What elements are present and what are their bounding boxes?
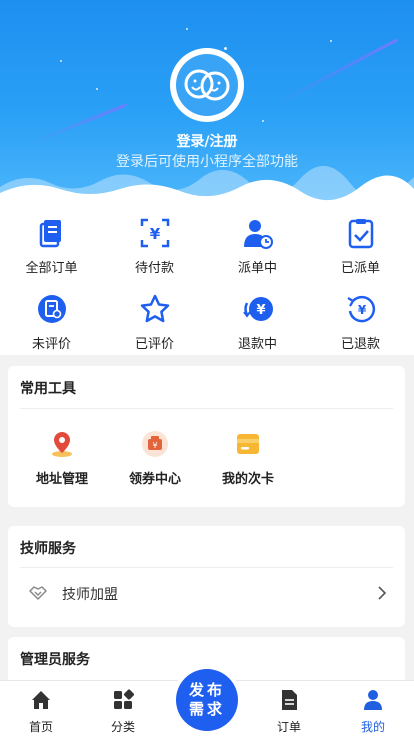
card-icon <box>237 434 259 454</box>
avatar[interactable] <box>170 48 244 122</box>
order-label: 待付款 <box>134 261 174 276</box>
tab-category[interactable]: 分类 <box>82 681 164 736</box>
order-unrated[interactable]: 未评价 <box>0 285 103 355</box>
document-icon <box>282 690 297 710</box>
star-decoration <box>96 88 98 90</box>
refunding-icon: ¥ <box>243 297 273 321</box>
section-title: 管理员服务 <box>20 652 90 668</box>
publish-line-2: 需求 <box>188 700 225 718</box>
dispatching-icon <box>244 220 273 249</box>
star-decoration <box>262 120 264 122</box>
technician-card: 技师服务 技师加盟 <box>8 526 405 627</box>
section-title: 技师服务 <box>20 541 76 557</box>
order-status-grid: 全部订单 ¥ 待付款 派单中 已派单 未评价 已评价 ¥ 退款中 ¥ 已退款 <box>0 205 414 355</box>
order-dispatching[interactable]: 派单中 <box>206 209 309 279</box>
coupon-icon: ¥ <box>142 431 168 457</box>
profile-page: 登录/注册 登录后可使用小程序全部功能 全部订单 ¥ 待付款 派单中 已派单 未… <box>0 0 414 736</box>
tab-label: 分类 <box>110 720 135 734</box>
tool-address-management[interactable]: 地址管理 <box>16 430 108 500</box>
tab-mine[interactable]: 我的 <box>332 681 414 736</box>
wave-decoration <box>0 165 414 205</box>
publish-line-1: 发布 <box>188 681 225 699</box>
unrated-icon <box>38 295 66 323</box>
publish-request-button[interactable]: 发布 需求 <box>172 665 242 735</box>
pending-payment-icon: ¥ <box>140 218 170 248</box>
order-rated[interactable]: 已评价 <box>103 285 206 355</box>
divider <box>20 408 393 409</box>
location-pin-icon <box>52 432 72 457</box>
order-label: 未评价 <box>31 337 71 352</box>
handshake-icon <box>29 586 47 600</box>
tool-coupon-center[interactable]: ¥ 领券中心 <box>109 430 201 500</box>
order-label: 退款中 <box>237 337 277 352</box>
svg-text:¥: ¥ <box>358 303 367 317</box>
profile-header: 登录/注册 登录后可使用小程序全部功能 <box>0 0 414 205</box>
order-pending-payment[interactable]: ¥ 待付款 <box>103 209 206 279</box>
order-label: 已评价 <box>134 337 174 352</box>
technician-join-row[interactable]: 技师加盟 <box>20 568 393 618</box>
tool-label: 领券中心 <box>128 472 181 487</box>
order-label: 已派单 <box>340 261 380 276</box>
order-dispatched[interactable]: 已派单 <box>309 209 412 279</box>
tab-label: 我的 <box>360 720 385 734</box>
svg-text:¥: ¥ <box>152 441 157 450</box>
tool-label: 我的次卡 <box>221 472 274 487</box>
meteor-decoration <box>277 38 398 105</box>
category-icon <box>114 689 134 709</box>
refunded-icon: ¥ <box>347 295 376 323</box>
tab-label: 订单 <box>276 720 301 734</box>
order-refunded[interactable]: ¥ 已退款 <box>309 285 412 355</box>
smile-logo-icon <box>184 69 230 101</box>
login-register-link[interactable]: 登录/注册 <box>0 131 414 151</box>
order-label: 全部订单 <box>25 261 78 276</box>
tab-home[interactable]: 首页 <box>0 681 82 736</box>
svg-text:¥: ¥ <box>256 303 265 318</box>
star-decoration <box>224 47 227 50</box>
tools-card: 常用工具 地址管理 ¥ 领券中心 我的次卡 <box>8 366 405 507</box>
home-icon <box>32 691 50 709</box>
user-icon <box>364 690 382 710</box>
tab-orders[interactable]: 订单 <box>248 681 330 736</box>
order-label: 派单中 <box>237 261 277 276</box>
row-label: 技师加盟 <box>62 587 118 603</box>
svg-text:¥: ¥ <box>150 225 161 243</box>
order-refunding[interactable]: ¥ 退款中 <box>206 285 309 355</box>
order-label: 已退款 <box>340 337 380 352</box>
chevron-right-icon <box>378 586 387 600</box>
tab-label: 首页 <box>28 720 53 734</box>
tool-my-card[interactable]: 我的次卡 <box>202 430 294 500</box>
star-decoration <box>330 40 332 42</box>
tool-label: 地址管理 <box>35 472 88 487</box>
star-decoration <box>186 28 188 30</box>
star-decoration <box>60 60 62 62</box>
dispatched-icon <box>348 219 374 249</box>
section-title: 常用工具 <box>20 381 76 397</box>
publish-request-label: 发布 需求 <box>176 669 238 731</box>
rated-icon <box>140 294 170 323</box>
all-orders-icon <box>39 220 61 248</box>
order-all[interactable]: 全部订单 <box>0 209 103 279</box>
